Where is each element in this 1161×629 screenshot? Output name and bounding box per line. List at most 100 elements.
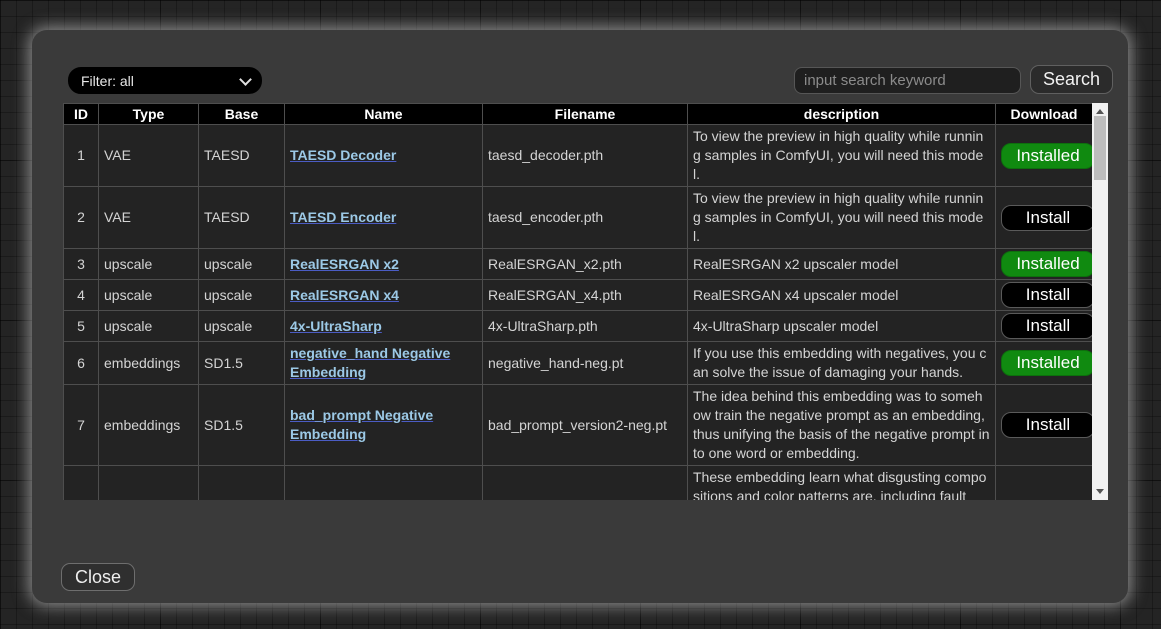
cell-download: Installed [996, 125, 1093, 187]
cell-id: 2 [64, 187, 99, 249]
cell-base: upscale [199, 249, 285, 280]
install-button[interactable]: Install [1001, 282, 1095, 308]
search-button[interactable]: Search [1030, 65, 1113, 94]
cell-name: 4x-UltraSharp [285, 311, 483, 342]
cell-type: upscale [99, 249, 199, 280]
cell-name: RealESRGAN x4 [285, 280, 483, 311]
filter-select-wrap: Filter: all [68, 67, 262, 94]
header-description: description [688, 104, 996, 125]
scrollbar-up-arrow-icon[interactable] [1096, 109, 1104, 114]
model-name-link[interactable]: 4x-UltraSharp [290, 318, 382, 334]
cell-base [199, 466, 285, 501]
cell-base: TAESD [199, 125, 285, 187]
cell-base: TAESD [199, 187, 285, 249]
model-name-link[interactable]: TAESD Decoder [290, 147, 396, 163]
table-row: 2 VAE TAESD TAESD Encoder taesd_encoder.… [64, 187, 1093, 249]
cell-description: RealESRGAN x4 upscaler model [688, 280, 996, 311]
vertical-scrollbar[interactable] [1092, 103, 1108, 500]
cell-id: 4 [64, 280, 99, 311]
cell-name: negative_hand Negative Embedding [285, 342, 483, 385]
close-button[interactable]: Close [61, 563, 135, 591]
table-row: 7 embeddings SD1.5 bad_prompt Negative E… [64, 385, 1093, 466]
header-type: Type [99, 104, 199, 125]
table-row: 5 upscale upscale 4x-UltraSharp 4x-Ultra… [64, 311, 1093, 342]
cell-type: VAE [99, 187, 199, 249]
cell-type [99, 466, 199, 501]
cell-filename [483, 466, 688, 501]
install-button[interactable]: Install [1001, 412, 1095, 438]
cell-id: 1 [64, 125, 99, 187]
header-base: Base [199, 104, 285, 125]
table-row: 4 upscale upscale RealESRGAN x4 RealESRG… [64, 280, 1093, 311]
installed-button[interactable]: Installed [1001, 143, 1095, 169]
table-header-row: ID Type Base Name Filename description D… [64, 104, 1093, 125]
cell-download: Install [996, 280, 1093, 311]
cell-filename: taesd_decoder.pth [483, 125, 688, 187]
model-manager-dialog: Filter: all Search ID Type Base Name [32, 30, 1128, 603]
cell-description: These embedding learn what disgusting co… [688, 466, 996, 501]
scrollbar-thumb[interactable] [1094, 116, 1106, 180]
cell-filename: RealESRGAN_x4.pth [483, 280, 688, 311]
cell-description: The idea behind this embedding was to so… [688, 385, 996, 466]
model-table: ID Type Base Name Filename description D… [63, 103, 1093, 500]
cell-type: upscale [99, 311, 199, 342]
cell-base: SD1.5 [199, 342, 285, 385]
cell-filename: 4x-UltraSharp.pth [483, 311, 688, 342]
model-name-link[interactable]: bad_prompt Negative Embedding [290, 407, 433, 442]
cell-download: Install [996, 187, 1093, 249]
model-name-link[interactable]: RealESRGAN x4 [290, 287, 399, 303]
header-filename: Filename [483, 104, 688, 125]
cell-id: 3 [64, 249, 99, 280]
cell-id [64, 466, 99, 501]
model-name-link[interactable]: negative_hand Negative Embedding [290, 345, 450, 380]
installed-button[interactable]: Installed [1001, 350, 1095, 376]
cell-id: 6 [64, 342, 99, 385]
cell-description: To view the preview in high quality whil… [688, 187, 996, 249]
cell-type: VAE [99, 125, 199, 187]
install-button[interactable]: Install [1001, 313, 1095, 339]
cell-filename: bad_prompt_version2-neg.pt [483, 385, 688, 466]
cell-download: Installed [996, 342, 1093, 385]
table-row: 3 upscale upscale RealESRGAN x2 RealESRG… [64, 249, 1093, 280]
cell-filename: negative_hand-neg.pt [483, 342, 688, 385]
cell-id: 5 [64, 311, 99, 342]
table-row: 6 embeddings SD1.5 negative_hand Negativ… [64, 342, 1093, 385]
cell-name: RealESRGAN x2 [285, 249, 483, 280]
cell-type: embeddings [99, 385, 199, 466]
installed-button[interactable]: Installed [1001, 251, 1095, 277]
cell-description: To view the preview in high quality whil… [688, 125, 996, 187]
search-input[interactable] [794, 67, 1021, 94]
cell-type: upscale [99, 280, 199, 311]
cell-type: embeddings [99, 342, 199, 385]
cell-download: Install [996, 311, 1093, 342]
cell-name: bad_prompt Negative Embedding [285, 385, 483, 466]
table-row: 1 VAE TAESD TAESD Decoder taesd_decoder.… [64, 125, 1093, 187]
model-name-link[interactable]: RealESRGAN x2 [290, 256, 399, 272]
header-id: ID [64, 104, 99, 125]
cell-base: upscale [199, 280, 285, 311]
cell-description: If you use this embedding with negatives… [688, 342, 996, 385]
header-name: Name [285, 104, 483, 125]
cell-description: RealESRGAN x2 upscaler model [688, 249, 996, 280]
cell-name: TAESD Encoder [285, 187, 483, 249]
filter-select[interactable]: Filter: all [68, 67, 262, 94]
cell-name [285, 466, 483, 501]
model-table-container: ID Type Base Name Filename description D… [63, 103, 1108, 500]
table-row: These embedding learn what disgusting co… [64, 466, 1093, 501]
header-download: Download [996, 104, 1093, 125]
cell-download [996, 466, 1093, 501]
scrollbar-down-arrow-icon[interactable] [1096, 489, 1104, 494]
cell-id: 7 [64, 385, 99, 466]
cell-description: 4x-UltraSharp upscaler model [688, 311, 996, 342]
cell-base: SD1.5 [199, 385, 285, 466]
cell-filename: RealESRGAN_x2.pth [483, 249, 688, 280]
cell-name: TAESD Decoder [285, 125, 483, 187]
model-name-link[interactable]: TAESD Encoder [290, 209, 396, 225]
cell-download: Install [996, 385, 1093, 466]
cell-download: Installed [996, 249, 1093, 280]
graph-canvas-background: Filter: all Search ID Type Base Name [0, 0, 1161, 629]
cell-filename: taesd_encoder.pth [483, 187, 688, 249]
table-body: 1 VAE TAESD TAESD Decoder taesd_decoder.… [64, 125, 1093, 501]
install-button[interactable]: Install [1001, 205, 1095, 231]
cell-base: upscale [199, 311, 285, 342]
